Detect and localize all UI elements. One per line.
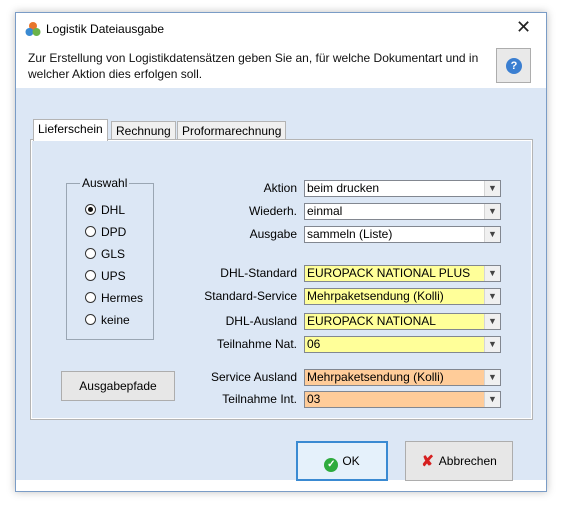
close-button[interactable]: ✕ xyxy=(501,13,546,43)
ausgabe-value: sammeln (Liste) xyxy=(307,227,393,241)
aktion-combo[interactable]: beim drucken ▼ xyxy=(304,180,501,197)
ok-label: OK xyxy=(342,454,360,468)
chevron-down-icon[interactable]: ▼ xyxy=(484,392,500,407)
main-panel: Lieferschein Rechnung Proformarechnung A… xyxy=(16,88,546,480)
chevron-down-icon[interactable]: ▼ xyxy=(484,370,500,385)
dhl-ausland-value: EUROPACK NATIONAL xyxy=(307,314,436,328)
teilnahme-nat-label: Teilnahme Nat. xyxy=(216,337,297,351)
tab-lieferschein[interactable]: Lieferschein xyxy=(33,119,108,141)
radio-indicator[interactable] xyxy=(85,270,96,281)
tab-content-lieferschein: Auswahl DHL DPD GLS UPS Hermes keine Aus… xyxy=(30,139,533,420)
aktion-label: Aktion xyxy=(263,181,297,195)
radio-label: DHL xyxy=(101,203,126,217)
radio-label: UPS xyxy=(101,269,126,283)
service-ausland-value: Mehrpaketsendung (Kolli) xyxy=(307,370,444,384)
radio-indicator[interactable] xyxy=(85,248,96,259)
dialog-window: Logistik Dateiausgabe ✕ Zur Erstellung v… xyxy=(15,12,547,492)
radio-gls[interactable]: GLS xyxy=(85,246,125,262)
dhl-ausland-label: DHL-Ausland xyxy=(225,314,297,328)
tab-rechnung[interactable]: Rechnung xyxy=(111,121,176,140)
chevron-down-icon[interactable]: ▼ xyxy=(484,204,500,219)
cancel-label: Abbrechen xyxy=(438,454,497,468)
auswahl-legend: Auswahl xyxy=(80,176,130,190)
ausgabe-combo[interactable]: sammeln (Liste) ▼ xyxy=(304,226,501,243)
title-bar: Logistik Dateiausgabe ✕ xyxy=(16,13,546,44)
standard-service-label: Standard-Service xyxy=(204,289,297,303)
radio-ups[interactable]: UPS xyxy=(85,268,126,284)
radio-dhl[interactable]: DHL xyxy=(85,202,125,218)
app-icon xyxy=(25,22,41,36)
radio-indicator[interactable] xyxy=(85,226,96,237)
tab-proformarechnung[interactable]: Proformarechnung xyxy=(177,121,287,140)
radio-label: Hermes xyxy=(101,291,144,305)
radio-label: DPD xyxy=(101,225,127,239)
standard-service-value: Mehrpaketsendung (Kolli) xyxy=(307,289,444,303)
chevron-down-icon[interactable]: ▼ xyxy=(484,289,500,304)
ok-button[interactable]: ✓ OK xyxy=(296,441,388,481)
standard-service-combo[interactable]: Mehrpaketsendung (Kolli) ▼ xyxy=(304,288,501,305)
window-title: Logistik Dateiausgabe xyxy=(46,22,165,36)
teilnahme-int-label: Teilnahme Int. xyxy=(222,392,297,406)
header-description: Zur Erstellung von Logistikdatensätzen g… xyxy=(28,51,479,81)
dhl-standard-value: EUROPACK NATIONAL PLUS xyxy=(307,266,471,280)
chevron-down-icon[interactable]: ▼ xyxy=(484,266,500,281)
dhl-standard-label: DHL-Standard xyxy=(220,266,297,280)
chevron-down-icon[interactable]: ▼ xyxy=(484,181,500,196)
ausgabepfade-button[interactable]: Ausgabepfade xyxy=(61,371,175,401)
service-ausland-label: Service Ausland xyxy=(210,370,297,384)
radio-keine[interactable]: keine xyxy=(85,312,130,328)
ausgabe-label: Ausgabe xyxy=(249,227,297,241)
teilnahme-nat-value: 06 xyxy=(307,337,321,351)
radio-indicator[interactable] xyxy=(85,292,96,303)
dhl-standard-combo[interactable]: EUROPACK NATIONAL PLUS ▼ xyxy=(304,265,501,282)
radio-indicator[interactable] xyxy=(85,204,96,215)
chevron-down-icon[interactable]: ▼ xyxy=(484,337,500,352)
help-button[interactable]: ? xyxy=(496,48,531,83)
wiederh-combo[interactable]: einmal ▼ xyxy=(304,203,501,220)
radio-dpd[interactable]: DPD xyxy=(85,224,126,240)
checkmark-icon: ✓ xyxy=(324,458,339,472)
aktion-value: beim drucken xyxy=(307,181,380,195)
chevron-down-icon[interactable]: ▼ xyxy=(484,314,500,329)
teilnahme-nat-combo[interactable]: 06 ▼ xyxy=(304,336,501,353)
auswahl-groupbox: Auswahl DHL DPD GLS UPS Hermes keine xyxy=(66,176,154,340)
wiederh-label: Wiederh. xyxy=(248,204,297,218)
help-icon: ? xyxy=(506,58,522,74)
radio-label: GLS xyxy=(101,247,126,261)
wiederh-value: einmal xyxy=(307,204,343,218)
radio-hermes[interactable]: Hermes xyxy=(85,290,143,306)
service-ausland-combo[interactable]: Mehrpaketsendung (Kolli) ▼ xyxy=(304,369,501,386)
dhl-ausland-combo[interactable]: EUROPACK NATIONAL ▼ xyxy=(304,313,501,330)
chevron-down-icon[interactable]: ▼ xyxy=(484,227,500,242)
cancel-x-icon: ✘ xyxy=(421,453,434,470)
teilnahme-int-combo[interactable]: 03 ▼ xyxy=(304,391,501,408)
close-icon: ✕ xyxy=(515,17,532,37)
radio-label: keine xyxy=(101,313,130,327)
cancel-button[interactable]: ✘ Abbrechen xyxy=(405,441,513,481)
teilnahme-int-value: 03 xyxy=(307,392,321,406)
radio-indicator[interactable] xyxy=(85,314,96,325)
